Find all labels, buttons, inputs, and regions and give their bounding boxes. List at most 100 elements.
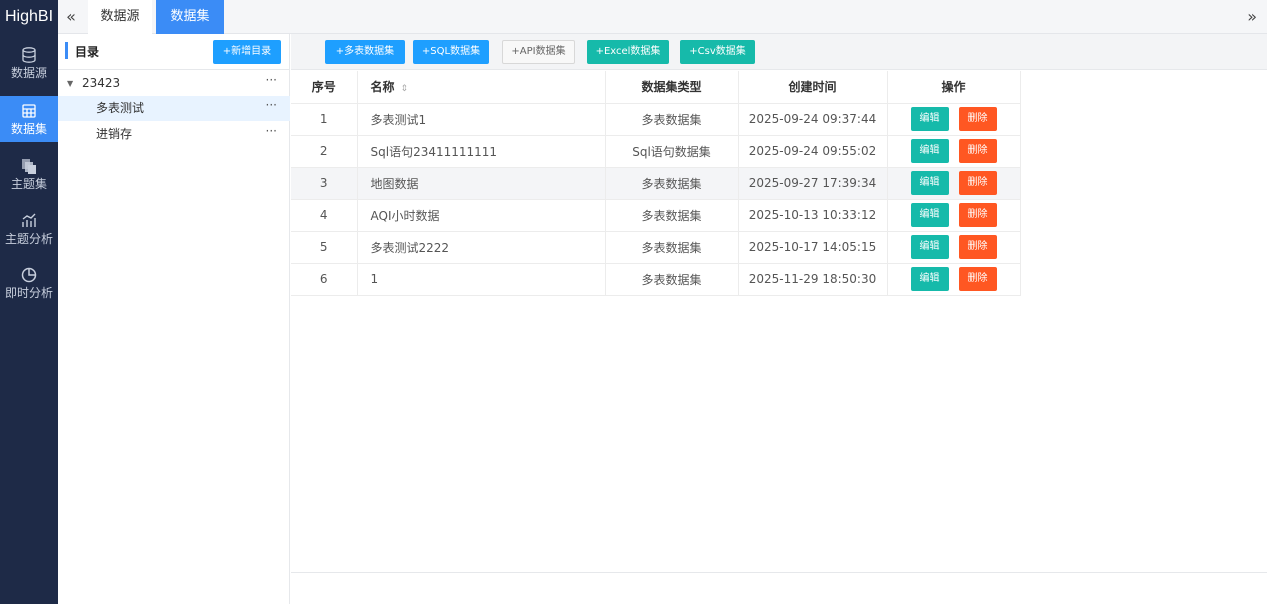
chart-analysis-icon: [22, 213, 36, 227]
add-multitable-dataset-button[interactable]: +多表数据集: [325, 40, 405, 64]
sort-icon[interactable]: ⇕: [401, 84, 409, 94]
cell-created: 2025-10-13 10:33:12: [738, 199, 888, 232]
table-row[interactable]: 4 AQI小时数据 多表数据集 2025-10-13 10:33:12 编辑 删除: [291, 199, 1021, 232]
add-csv-dataset-button[interactable]: +Csv数据集: [680, 40, 755, 64]
add-excel-dataset-button[interactable]: +Excel数据集: [587, 40, 669, 64]
more-options-icon[interactable]: ···: [266, 119, 277, 144]
main-sidebar: 数据源 数据集 主题集 主题分析 即时分析: [0, 34, 58, 604]
cell-name: 地图数据: [357, 167, 606, 200]
cell-index: 1: [291, 103, 358, 136]
column-header-actions: 操作: [887, 71, 1021, 104]
caret-down-icon[interactable]: ▼: [67, 71, 73, 96]
column-header-created: 创建时间: [738, 71, 888, 104]
edit-button[interactable]: 编辑: [910, 107, 949, 131]
cell-index: 4: [291, 199, 358, 232]
more-options-icon[interactable]: ···: [266, 68, 277, 93]
add-sql-dataset-button[interactable]: +SQL数据集: [413, 40, 489, 64]
delete-button[interactable]: 删除: [958, 203, 997, 227]
sidebar-item-instant-analysis[interactable]: 即时分析: [0, 260, 58, 306]
edit-button[interactable]: 编辑: [910, 203, 949, 227]
layers-icon: [22, 159, 36, 174]
cell-name: 多表测试1: [357, 103, 606, 136]
delete-button[interactable]: 删除: [958, 171, 997, 195]
dataset-main: +多表数据集 +SQL数据集 +API数据集 +Excel数据集 +Csv数据集…: [291, 34, 1267, 604]
table-header-row: 序号 名称 ⇕ 数据集类型 创建时间 操作: [291, 71, 1021, 104]
cell-created: 2025-11-29 18:50:30: [738, 263, 888, 296]
cell-name: Sql语句23411111111: [357, 135, 606, 168]
tab-dataset[interactable]: 数据集: [156, 0, 224, 34]
delete-button[interactable]: 删除: [958, 107, 997, 131]
delete-button[interactable]: 删除: [958, 235, 997, 259]
tab-datasource[interactable]: 数据源: [88, 0, 152, 34]
table-row[interactable]: 1 多表测试1 多表数据集 2025-09-24 09:37:44 编辑 删除: [291, 103, 1021, 136]
dataset-table: 序号 名称 ⇕ 数据集类型 创建时间 操作 1 多表测试1 多表数据集 2025-…: [291, 71, 1021, 296]
cell-type: 多表数据集: [605, 231, 739, 264]
tree-node-label: 进销存: [96, 127, 133, 141]
directory-panel: 目录 +新增目录 ▼ 23423 ··· 多表测试 ··· 进销存 ···: [58, 34, 290, 604]
edit-button[interactable]: 编辑: [910, 171, 949, 195]
tree-node-inventory[interactable]: 进销存 ···: [58, 122, 290, 147]
cell-actions: 编辑 删除: [887, 103, 1021, 136]
cell-actions: 编辑 删除: [887, 199, 1021, 232]
edit-button[interactable]: 编辑: [910, 139, 949, 163]
cell-name: 多表测试2222: [357, 231, 606, 264]
tree-node-label: 多表测试: [96, 101, 145, 115]
column-header-name[interactable]: 名称 ⇕: [357, 71, 606, 104]
table-icon: [22, 104, 36, 118]
cell-type: 多表数据集: [605, 263, 739, 296]
cell-index: 3: [291, 167, 358, 200]
app-logo: HighBI: [0, 0, 58, 34]
cell-type: 多表数据集: [605, 199, 739, 232]
sidebar-item-topicset[interactable]: 主题集: [0, 151, 58, 197]
cell-created: 2025-09-24 09:55:02: [738, 135, 888, 168]
cell-index: 6: [291, 263, 358, 296]
tree-node-multitable-test[interactable]: 多表测试 ···: [58, 96, 290, 121]
top-bar: HighBI « 数据源 数据集 »: [0, 0, 1267, 34]
cell-type: 多表数据集: [605, 103, 739, 136]
expand-tabs-icon[interactable]: »: [1247, 0, 1257, 34]
database-icon: [22, 47, 36, 63]
sidebar-item-label: 数据集: [10, 122, 47, 136]
column-header-index: 序号: [291, 71, 358, 104]
delete-button[interactable]: 删除: [958, 139, 997, 163]
sidebar-item-label: 数据源: [10, 66, 47, 80]
cell-actions: 编辑 删除: [887, 263, 1021, 296]
table-row[interactable]: 5 多表测试2222 多表数据集 2025-10-17 14:05:15 编辑删…: [291, 231, 1021, 264]
edit-button[interactable]: 编辑: [910, 267, 949, 291]
title-accent-bar: [65, 42, 68, 59]
add-directory-button[interactable]: +新增目录: [213, 40, 281, 64]
cell-name: AQI小时数据: [357, 199, 606, 232]
cell-type: 多表数据集: [605, 167, 739, 200]
directory-header: 目录 +新增目录: [58, 34, 290, 70]
column-header-name-label: 名称: [370, 80, 395, 95]
tree-node-root[interactable]: ▼ 23423 ···: [58, 71, 290, 96]
tree-node-label: 23423: [82, 76, 121, 90]
add-api-dataset-button[interactable]: +API数据集: [502, 40, 575, 64]
sidebar-item-topic-analysis[interactable]: 主题分析: [0, 206, 58, 252]
table-row[interactable]: 2 Sql语句23411111111 Sql语句数据集 2025-09-24 0…: [291, 135, 1021, 168]
cell-actions: 编辑 删除: [887, 135, 1021, 168]
cell-actions: 编辑 删除: [887, 231, 1021, 264]
cell-actions: 编辑 删除: [887, 167, 1021, 200]
table-bottom-divider: [291, 572, 1267, 573]
cell-index: 2: [291, 135, 358, 168]
edit-button[interactable]: 编辑: [910, 235, 949, 259]
sidebar-item-label: 主题集: [10, 177, 47, 191]
dataset-toolbar: +多表数据集 +SQL数据集 +API数据集 +Excel数据集 +Csv数据集: [291, 34, 1267, 70]
cell-created: 2025-09-24 09:37:44: [738, 103, 888, 136]
sidebar-item-label: 主题分析: [4, 232, 53, 246]
collapse-sidebar-icon[interactable]: «: [62, 0, 80, 34]
more-options-icon[interactable]: ···: [266, 93, 277, 118]
cell-type: Sql语句数据集: [605, 135, 739, 168]
pie-chart-icon: [21, 267, 37, 283]
sidebar-item-dataset[interactable]: 数据集: [0, 96, 58, 142]
directory-title: 目录: [75, 45, 100, 59]
table-row[interactable]: 6 1 多表数据集 2025-11-29 18:50:30 编辑 删除: [291, 263, 1021, 296]
cell-created: 2025-10-17 14:05:15: [738, 231, 888, 264]
table-row[interactable]: 3 地图数据 多表数据集 2025-09-27 17:39:34 编辑 删除: [291, 167, 1021, 200]
cell-name: 1: [357, 263, 606, 296]
cell-created: 2025-09-27 17:39:34: [738, 167, 888, 200]
delete-button[interactable]: 删除: [958, 267, 997, 291]
column-header-type: 数据集类型: [605, 71, 739, 104]
sidebar-item-datasource[interactable]: 数据源: [0, 40, 58, 86]
